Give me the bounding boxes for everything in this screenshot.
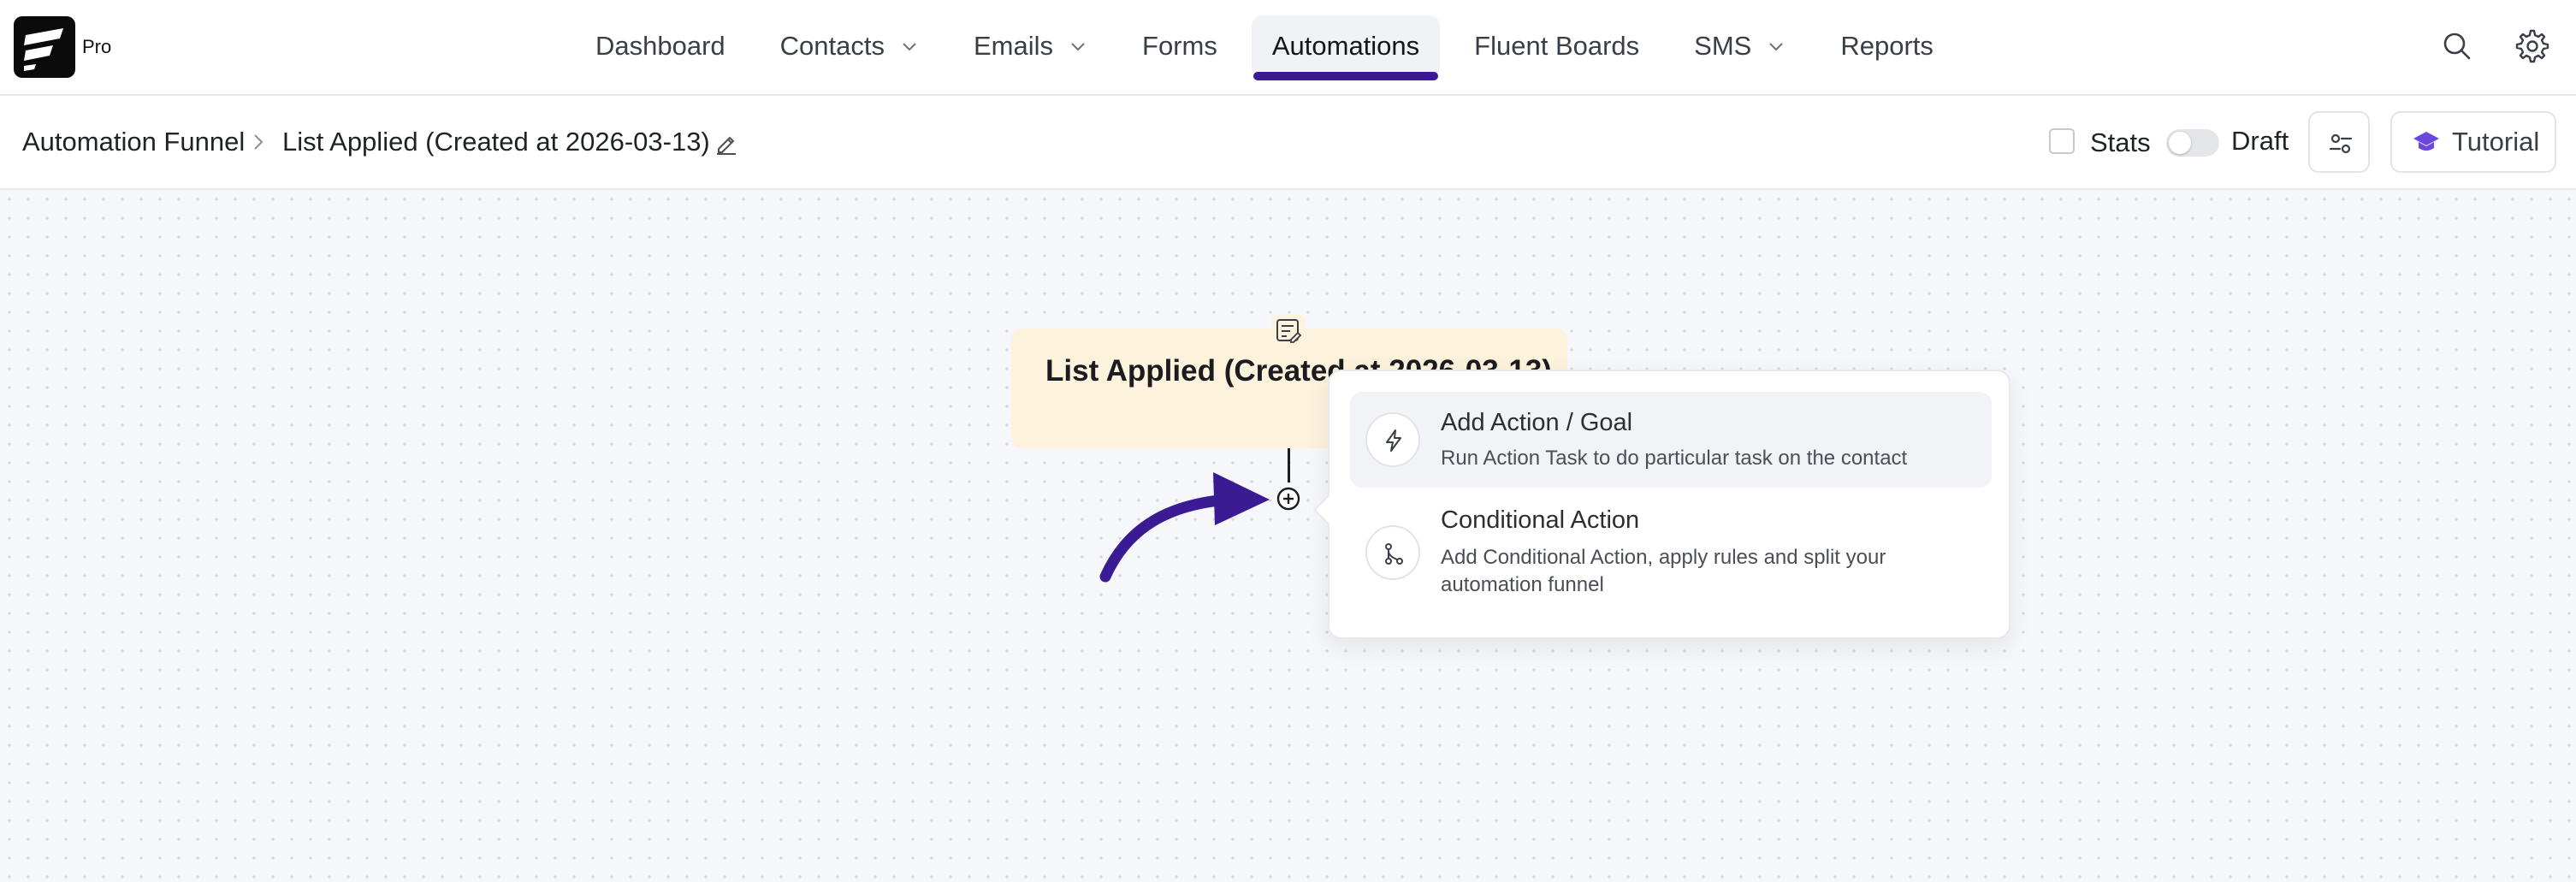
nav-item-dashboard[interactable]: Dashboard [575,15,746,77]
nav-item-label: Forms [1142,31,1217,61]
logo-mark-icon [24,28,63,71]
add-step-menu: Add Action / Goal Run Action Task to do … [1313,370,2010,639]
nav-item-label: Automations [1271,31,1420,61]
settings-sliders-button[interactable] [2308,111,2370,173]
top-navigation: Pro Dashboard Contacts Emails Forms Auto… [0,0,2576,96]
nav-item-automations[interactable]: Automations [1251,15,1441,80]
nav-item-emails[interactable]: Emails [953,15,1108,77]
toggle-knob [2169,132,2191,154]
nav-item-label: Emails [974,31,1054,61]
nav-item-forms[interactable]: Forms [1122,15,1238,77]
add-step-plus-icon[interactable] [1276,486,1301,512]
sliders-icon [2329,133,2353,154]
branch-icon [1385,543,1403,565]
breadcrumb-bar: Automation Funnel List Applied (Created … [0,96,2576,190]
list-edit-icon [1276,319,1302,343]
nav-item-label: Dashboard [595,31,725,61]
nav-item-label: Contacts [779,31,885,61]
gear-icon[interactable] [2515,29,2549,63]
menu-item-description: Add Conditional Action, apply rules and … [1441,546,1886,596]
flow-connector [1288,448,1290,482]
graduation-cap-icon [2413,132,2439,151]
nav-item-contacts[interactable]: Contacts [760,15,939,77]
stats-checkbox[interactable] [2049,128,2075,154]
breadcrumb-current: List Applied (Created at 2026-03-13) [282,127,710,157]
nav-item-fluent-boards[interactable]: Fluent Boards [1454,15,1660,77]
stats-label: Stats [2090,127,2151,157]
fluentcrm-logo[interactable] [14,16,75,78]
menu-item-description: Run Action Task to do particular task on… [1441,447,1908,470]
main-nav: Dashboard Contacts Emails Forms Automati… [575,15,1968,80]
pencil-icon[interactable] [714,130,739,156]
menu-item-title: Conditional Action [1441,506,1640,534]
pointer-arrow-icon [1099,472,1270,583]
draft-label: Draft [2231,126,2289,156]
pop-icon-circle [1365,412,1420,467]
chevron-right-icon [254,134,264,150]
chevron-down-icon [903,43,916,51]
trigger-icon-holder [1272,315,1305,347]
lightning-icon [1386,429,1401,452]
pop-icon-circle [1365,525,1420,580]
tutorial-button[interactable]: Tutorial [2390,111,2556,173]
menu-item-title: Add Action / Goal [1441,409,1633,436]
draft-toggle[interactable] [2166,129,2219,157]
nav-item-label: Reports [1840,31,1933,61]
pro-badge: Pro [82,36,112,57]
popover-caret [1313,495,1342,524]
automation-canvas[interactable]: List Applied (Created at 2026-03-13) Set… [0,190,2576,882]
tutorial-label: Tutorial [2452,127,2540,157]
chevron-down-icon [1769,43,1784,51]
menu-item-conditional-action[interactable]: Conditional Action Add Conditional Actio… [1350,496,1992,621]
nav-item-sms[interactable]: SMS [1673,15,1806,77]
nav-item-label: Fluent Boards [1474,31,1640,61]
nav-item-reports[interactable]: Reports [1820,15,1954,77]
search-icon[interactable] [2440,29,2474,63]
breadcrumb-automation-funnel[interactable]: Automation Funnel [22,127,245,157]
menu-item-add-action-goal[interactable]: Add Action / Goal Run Action Task to do … [1350,392,1992,488]
chevron-down-icon [1071,43,1085,51]
nav-item-label: SMS [1694,31,1752,61]
